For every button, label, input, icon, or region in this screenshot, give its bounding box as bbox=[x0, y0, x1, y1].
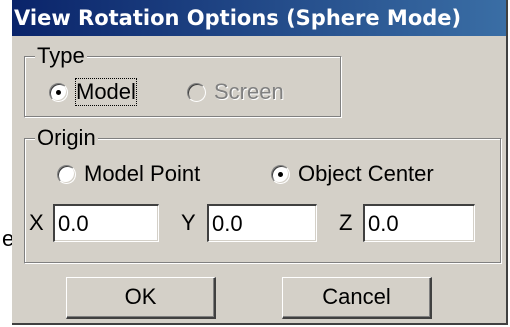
view-rotation-options-dialog: View Rotation Options (Sphere Mode) Type… bbox=[12, 0, 508, 325]
origin-object-center-label: Object Center bbox=[298, 161, 434, 186]
dialog-title: View Rotation Options (Sphere Mode) bbox=[14, 6, 462, 30]
screen: e View Rotation Options (Sphere Mode) Ty… bbox=[0, 0, 510, 327]
ok-button[interactable]: OK bbox=[66, 277, 216, 319]
origin-group-label: Origin bbox=[35, 125, 98, 151]
type-model-radio[interactable]: Model bbox=[49, 78, 137, 106]
z-axis-label: Z bbox=[339, 210, 353, 235]
origin-model-point-radio[interactable]: Model Point bbox=[57, 161, 200, 187]
radio-unselected-icon bbox=[187, 82, 206, 102]
y-field[interactable] bbox=[207, 204, 317, 242]
z-field[interactable] bbox=[363, 204, 475, 242]
type-screen-radio[interactable]: Screen bbox=[187, 79, 284, 105]
y-axis-label: Y bbox=[181, 210, 196, 235]
x-axis-label: X bbox=[29, 210, 44, 235]
radio-selected-icon bbox=[49, 82, 68, 102]
type-model-label: Model bbox=[75, 78, 137, 106]
dialog-title-bar[interactable]: View Rotation Options (Sphere Mode) bbox=[12, 0, 506, 36]
origin-group: Origin Model Point Object Center X Y Z bbox=[24, 125, 502, 264]
type-group: Type Model Screen bbox=[24, 43, 342, 118]
x-field[interactable] bbox=[53, 204, 159, 242]
origin-model-point-label: Model Point bbox=[84, 161, 201, 186]
radio-unselected-icon bbox=[57, 164, 76, 184]
origin-object-center-radio[interactable]: Object Center bbox=[271, 161, 434, 187]
type-screen-label: Screen bbox=[214, 79, 284, 104]
radio-selected-icon bbox=[271, 164, 290, 184]
type-group-label: Type bbox=[35, 43, 87, 69]
cancel-button[interactable]: Cancel bbox=[282, 277, 432, 319]
